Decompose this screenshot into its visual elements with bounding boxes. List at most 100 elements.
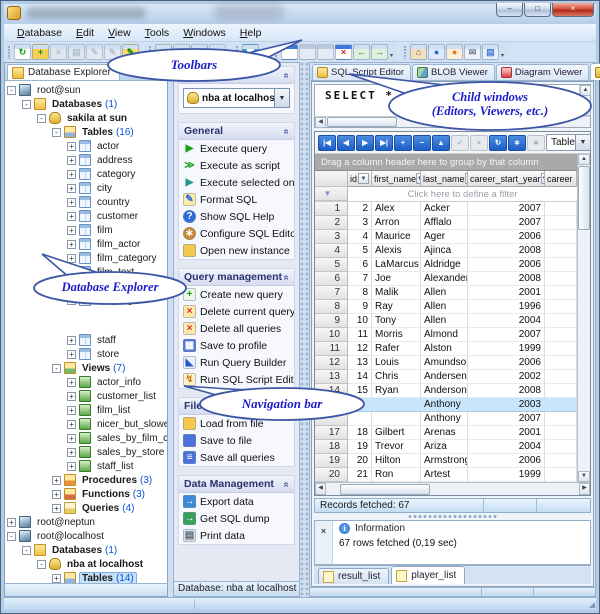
refresh-records-button[interactable]: ↻ xyxy=(489,134,507,151)
last-name-cell[interactable]: Ager xyxy=(421,230,468,244)
career-cell[interactable] xyxy=(545,384,577,398)
table-row[interactable]: 4 5 Alexis Ajinca 2008 xyxy=(315,244,577,258)
query-tab[interactable]: player_list xyxy=(391,566,466,584)
id-cell[interactable]: 2 xyxy=(348,202,372,216)
career-cell[interactable] xyxy=(545,314,577,328)
tree-item[interactable]: + customer_list xyxy=(5,389,167,403)
row-number-cell[interactable]: 18 xyxy=(315,440,348,454)
first-name-cell[interactable]: Louis xyxy=(372,356,421,370)
career-cell[interactable] xyxy=(545,300,577,314)
id-cell[interactable]: 13 xyxy=(348,356,372,370)
table-row[interactable]: 17 18 Gilbert Arenas 2001 xyxy=(315,426,577,440)
last-name-cell[interactable]: Anthony xyxy=(421,412,468,426)
row-number-cell[interactable]: 5 xyxy=(315,258,348,272)
first-name-cell[interactable]: Tony xyxy=(372,314,421,328)
tree-item[interactable]: + address xyxy=(5,153,167,167)
tree-item[interactable]: + city xyxy=(5,181,167,195)
run-query-builder-item[interactable]: ◣ Run Query Builder xyxy=(179,354,294,371)
scroll-left-icon[interactable]: ◀ xyxy=(315,483,326,495)
expander-icon[interactable]: - xyxy=(37,113,46,123)
row-number-cell[interactable]: 4 xyxy=(315,244,348,258)
tree-item[interactable]: + actor_info xyxy=(5,375,167,389)
table-row[interactable]: 20 21 Ron Artest 1999 xyxy=(315,468,577,482)
first-name-cell[interactable]: Malik xyxy=(372,286,421,300)
grid-vertical-scrollbar[interactable]: ▲ ▼ xyxy=(577,154,590,482)
configure-sql-editor-item[interactable]: ∗ Configure SQL Editor xyxy=(179,225,294,242)
table-row[interactable]: 12 13 Louis Amundson 2006 xyxy=(315,356,577,370)
toolbar-grip[interactable] xyxy=(404,45,408,59)
table-row[interactable]: 19 20 Hilton Armstrong 2006 xyxy=(315,454,577,468)
tree-item[interactable]: + film xyxy=(5,223,167,237)
mail-icon[interactable]: ✉ xyxy=(464,44,482,60)
first-name-cell[interactable]: Rafer xyxy=(372,342,421,356)
id-cell[interactable]: 7 xyxy=(348,272,372,286)
first-name-cell[interactable]: Joe xyxy=(372,272,421,286)
fetch-next-button[interactable]: ∗ xyxy=(527,134,545,151)
chevron-down-icon[interactable]: ▼ xyxy=(574,135,590,150)
last-name-cell[interactable]: Allen xyxy=(421,314,468,328)
last-name-cell[interactable]: Anthony xyxy=(421,398,468,412)
last-name-cell[interactable]: Artest xyxy=(421,468,468,482)
id-cell[interactable]: 18 xyxy=(348,426,372,440)
scroll-left-icon[interactable]: ◀ xyxy=(315,117,326,128)
unregister-database-icon[interactable]: × xyxy=(50,44,67,60)
tree-item[interactable]: + actor xyxy=(5,139,167,153)
view-mode-combobox[interactable]: Table ▼ xyxy=(546,134,591,151)
career-cell[interactable] xyxy=(545,426,577,440)
save-all-queries-item[interactable]: ≡ Save all queries xyxy=(179,449,294,466)
edit-record-button[interactable]: ▲ xyxy=(432,134,450,151)
title-bar[interactable]: – □ × xyxy=(4,3,596,24)
first-name-cell[interactable]: Trevor xyxy=(372,440,421,454)
tree-item[interactable]: - Tables (16) xyxy=(5,125,167,139)
last-name-cell[interactable]: Arenas xyxy=(421,426,468,440)
expander-icon[interactable]: + xyxy=(67,349,76,359)
expander-icon[interactable]: + xyxy=(67,239,76,249)
table-row[interactable]: 5 6 LaMarcus Aldridge 2006 xyxy=(315,258,577,272)
collapse-chevron-icon[interactable]: « xyxy=(281,274,292,280)
career-cell[interactable] xyxy=(545,328,577,342)
last-record-button[interactable]: ▶| xyxy=(375,134,393,151)
row-number-cell[interactable]: 19 xyxy=(315,454,348,468)
column-header-last-name[interactable]: last_name▼ xyxy=(421,171,468,187)
tree-item[interactable]: + nicer_but_slower_film xyxy=(5,417,167,431)
tree-item[interactable]: + sales_by_store xyxy=(5,445,167,459)
expander-icon[interactable]: - xyxy=(7,85,16,95)
expander-icon[interactable]: + xyxy=(67,419,76,429)
get-sql-dump-item[interactable]: → Get SQL dump xyxy=(179,510,294,527)
maximize-button[interactable]: □ xyxy=(524,3,551,17)
first-name-cell[interactable]: Hilton xyxy=(372,454,421,468)
filter-hint[interactable]: Click here to define a filter xyxy=(348,187,577,201)
last-name-cell[interactable]: Ariza xyxy=(421,440,468,454)
id-cell[interactable]: 10 xyxy=(348,314,372,328)
tree-item[interactable]: - nba at localhost xyxy=(5,557,167,571)
toolbar-grip[interactable] xyxy=(8,45,11,59)
row-number-cell[interactable]: 11 xyxy=(315,342,348,356)
row-number-cell[interactable]: 6 xyxy=(315,272,348,286)
expander-icon[interactable]: - xyxy=(52,127,61,137)
last-name-cell[interactable]: Ajinca xyxy=(421,244,468,258)
expander-icon[interactable]: + xyxy=(67,447,76,457)
career-cell[interactable] xyxy=(545,440,577,454)
tree-item[interactable]: + staff xyxy=(5,333,167,347)
career-start-year-cell[interactable]: 2006 xyxy=(468,230,545,244)
tree-item[interactable]: - Views (7) xyxy=(5,361,167,375)
close-window-icon[interactable]: × xyxy=(335,44,353,60)
career-cell[interactable] xyxy=(545,370,577,384)
career-start-year-cell[interactable]: 2008 xyxy=(468,244,545,258)
career-start-year-cell[interactable]: 2007 xyxy=(468,202,545,216)
cancel-edit-button[interactable]: × xyxy=(470,134,488,151)
home-icon[interactable]: ⌂ xyxy=(410,44,428,60)
career-start-year-cell[interactable]: 2003 xyxy=(468,398,545,412)
last-name-cell[interactable]: Allen xyxy=(421,300,468,314)
expander-icon[interactable]: + xyxy=(67,335,76,345)
last-name-cell[interactable]: Aldridge xyxy=(421,258,468,272)
tree-item[interactable]: + category xyxy=(5,167,167,181)
tree-item[interactable]: + customer xyxy=(5,209,167,223)
section-general-header[interactable]: General « xyxy=(179,123,294,140)
career-start-year-cell[interactable]: 2004 xyxy=(468,440,545,454)
expander-icon[interactable]: - xyxy=(7,531,16,541)
section-data-management-header[interactable]: Data Management « xyxy=(179,476,294,493)
career-start-year-cell[interactable]: 2007 xyxy=(468,216,545,230)
row-number-cell[interactable]: 10 xyxy=(315,328,348,342)
refresh-icon[interactable]: ↻ xyxy=(14,44,31,60)
